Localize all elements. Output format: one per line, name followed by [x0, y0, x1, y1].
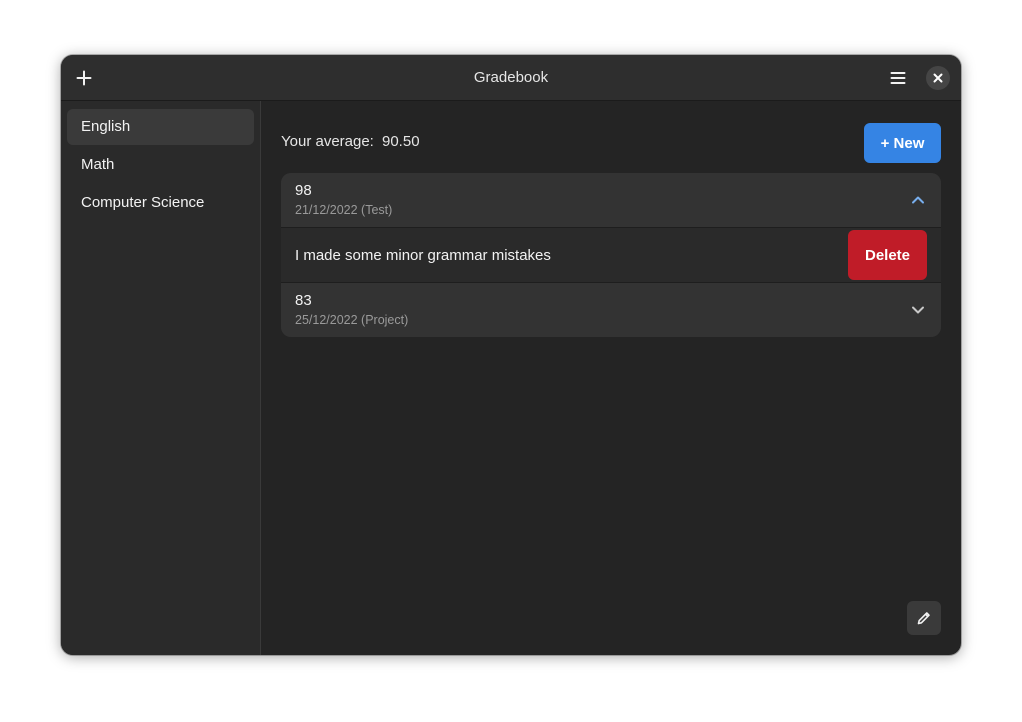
average-label: Your average:	[281, 133, 374, 150]
sidebar-item-english[interactable]: English	[67, 109, 254, 145]
app-window: Gradebook English Math Computer Science	[61, 55, 961, 655]
chevron-down-icon[interactable]	[910, 302, 926, 318]
new-grade-button[interactable]: + New	[864, 123, 941, 163]
header-bar: Gradebook	[61, 55, 961, 101]
sidebar-item-label: Computer Science	[81, 194, 205, 211]
pencil-icon	[917, 612, 930, 625]
add-subject-button[interactable]	[68, 62, 100, 94]
grades-list: 98 21/12/2022 (Test) I made some minor g…	[281, 173, 941, 337]
subjects-sidebar: English Math Computer Science	[61, 101, 261, 655]
grade-score: 98	[295, 182, 312, 199]
delete-grade-button[interactable]: Delete	[848, 230, 927, 280]
window-title: Gradebook	[473, 69, 549, 86]
grade-date-type: 21/12/2022 (Test)	[295, 203, 393, 217]
average-value: 90.50	[382, 133, 420, 150]
sidebar-item-math[interactable]: Math	[67, 147, 254, 183]
grade-row-83[interactable]: 83 25/12/2022 (Project)	[281, 283, 941, 337]
plus-icon	[76, 70, 92, 86]
grade-detail-row: I made some minor grammar mistakes Delet…	[281, 227, 941, 283]
hamburger-menu-icon	[890, 72, 906, 84]
main-menu-button[interactable]	[882, 62, 914, 94]
edit-subject-button[interactable]	[907, 601, 941, 635]
grade-row-98[interactable]: 98 21/12/2022 (Test)	[281, 173, 941, 227]
close-icon	[933, 73, 943, 83]
sidebar-item-label: Math	[81, 156, 115, 173]
sidebar-item-label: English	[81, 118, 131, 135]
sidebar-item-computer-science[interactable]: Computer Science	[67, 185, 254, 221]
grade-date-type: 25/12/2022 (Project)	[295, 313, 409, 327]
grade-note: I made some minor grammar mistakes	[295, 247, 551, 264]
close-window-button[interactable]	[926, 66, 950, 90]
grade-score: 83	[295, 292, 312, 309]
chevron-up-icon[interactable]	[910, 192, 926, 208]
